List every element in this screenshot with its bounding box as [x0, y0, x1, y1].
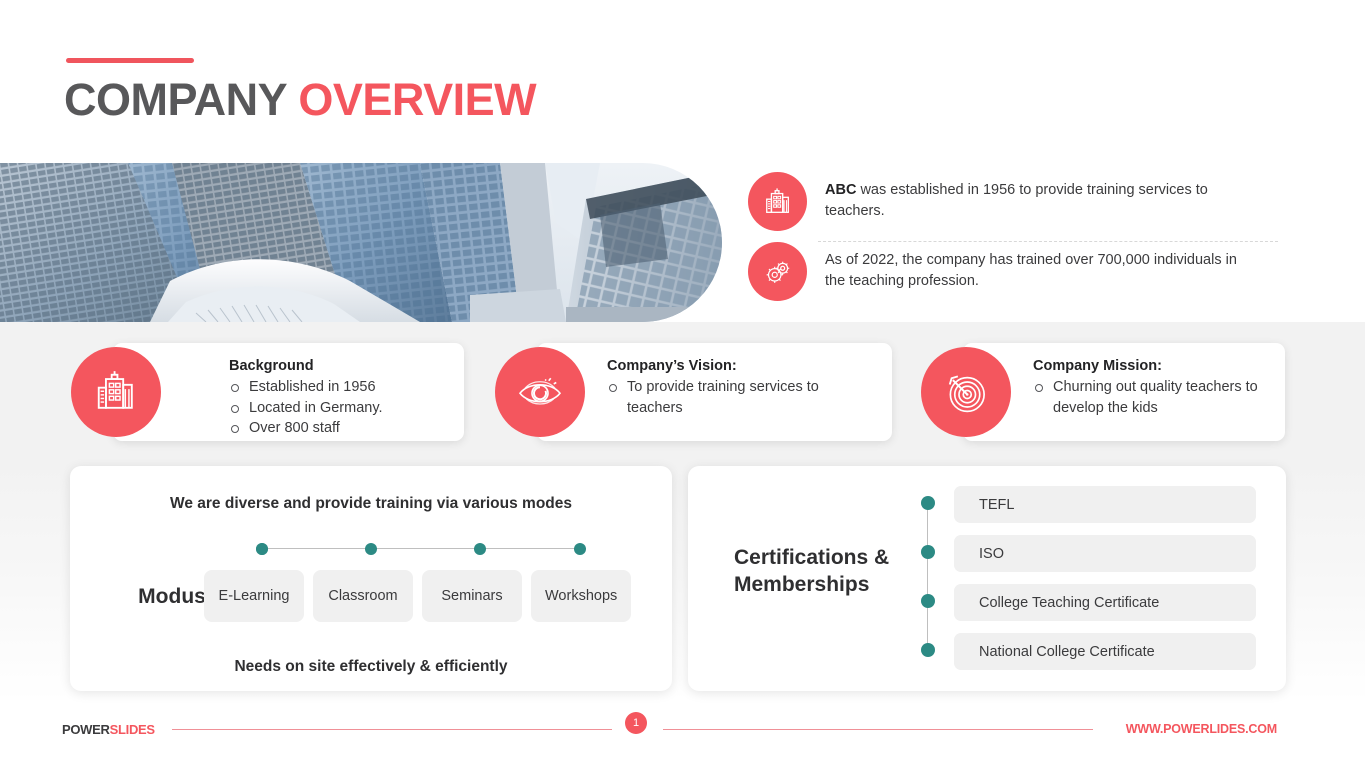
certifications-timeline-dot	[921, 594, 935, 608]
page-title: COMPANY OVERVIEW	[64, 74, 537, 126]
fact-text: ABC was established in 1956 to provide t…	[825, 172, 1255, 222]
modus-progress-track	[256, 543, 586, 555]
certifications-list: TEFL ISO College Teaching Certificate Na…	[954, 486, 1256, 682]
card-bullet: Over 800 staff	[229, 418, 450, 439]
modus-chip-seminars[interactable]: Seminars	[422, 570, 522, 622]
fact-text: As of 2022, the company has trained over…	[825, 242, 1255, 292]
card-bullet-list: Churning out quality teachers to develop…	[1033, 377, 1271, 418]
certifications-timeline-dot	[921, 643, 935, 657]
card-vision: Company’s Vision: To provide training se…	[495, 343, 892, 441]
card-bullet-list: To provide training services to teachers	[607, 377, 878, 418]
fact-body: As of 2022, the company has trained over…	[825, 252, 1237, 290]
card-bullet: Established in 1956	[229, 377, 450, 398]
brand-logo-main: POWER	[62, 722, 110, 737]
target-dartboard-icon	[921, 347, 1011, 437]
footer-rule-right	[663, 729, 1093, 730]
modus-track-dot	[365, 543, 377, 555]
certifications-timeline-dot	[921, 496, 935, 510]
page-title-main: COMPANY	[64, 74, 287, 125]
office-building-icon	[71, 347, 161, 437]
page-title-accent: OVERVIEW	[298, 74, 537, 125]
card-mission: Company Mission: Churning out quality te…	[921, 343, 1285, 441]
fact-item: As of 2022, the company has trained over…	[748, 242, 1278, 304]
footer-website[interactable]: WWW.POWERLIDES.COM	[1126, 722, 1277, 736]
modus-chip-workshops[interactable]: Workshops	[531, 570, 632, 622]
certification-item[interactable]: ISO	[954, 535, 1256, 572]
modus-track-dot	[574, 543, 586, 555]
certifications-panel: Certifications & Memberships TEFL ISO Co…	[688, 466, 1286, 691]
card-heading: Background	[229, 358, 314, 374]
slide-canvas: COMPANY OVERVIEW ABC was established in …	[0, 0, 1365, 767]
certifications-title: Certifications & Memberships	[734, 546, 890, 597]
brand-logo: POWERSLIDES	[62, 722, 155, 737]
modus-headline: We are diverse and provide training via …	[170, 495, 572, 512]
certification-item[interactable]: TEFL	[954, 486, 1256, 523]
slide-footer: POWERSLIDES WWW.POWERLIDES.COM	[0, 708, 1365, 752]
fact-body: was established in 1956 to provide train…	[825, 182, 1208, 220]
office-building-icon	[748, 172, 807, 231]
card-bullet-list: Established in 1956 Located in Germany. …	[229, 377, 450, 439]
modus-track-dot	[474, 543, 486, 555]
certification-item[interactable]: National College Certificate	[954, 633, 1256, 670]
card-background: Background Established in 1956 Located i…	[71, 343, 464, 441]
certifications-timeline-dot	[921, 545, 935, 559]
certifications-timeline	[921, 496, 935, 661]
certifications-timeline-line	[927, 503, 928, 655]
card-bullet: To provide training services to teachers	[607, 377, 878, 418]
eye-vision-icon	[495, 347, 585, 437]
modus-panel: We are diverse and provide training via …	[70, 466, 672, 691]
hero-illustration	[0, 163, 722, 322]
hero-image	[0, 163, 722, 322]
card-heading: Company Mission:	[1033, 358, 1162, 374]
modus-track-line	[261, 548, 581, 549]
modus-track-dot	[256, 543, 268, 555]
card-heading: Company’s Vision:	[607, 358, 737, 374]
modus-chip-group: E-Learning Classroom Seminars Workshops	[204, 570, 632, 622]
facts-list: ABC was established in 1956 to provide t…	[748, 172, 1278, 304]
page-number-badge: 1	[625, 712, 647, 734]
modus-chip-e-learning[interactable]: E-Learning	[204, 570, 304, 622]
footer-rule-left	[172, 729, 612, 730]
gears-icon	[748, 242, 807, 301]
certification-item[interactable]: College Teaching Certificate	[954, 584, 1256, 621]
modus-chip-classroom[interactable]: Classroom	[313, 570, 413, 622]
brand-logo-accent: SLIDES	[109, 722, 155, 737]
card-bullet: Churning out quality teachers to develop…	[1033, 377, 1271, 418]
fact-item: ABC was established in 1956 to provide t…	[748, 172, 1278, 234]
card-bullet: Located in Germany.	[229, 398, 450, 419]
fact-lead: ABC	[825, 182, 857, 198]
modus-footline: Needs on site effectively & efficiently	[234, 658, 508, 675]
title-accent-rule	[66, 58, 194, 63]
